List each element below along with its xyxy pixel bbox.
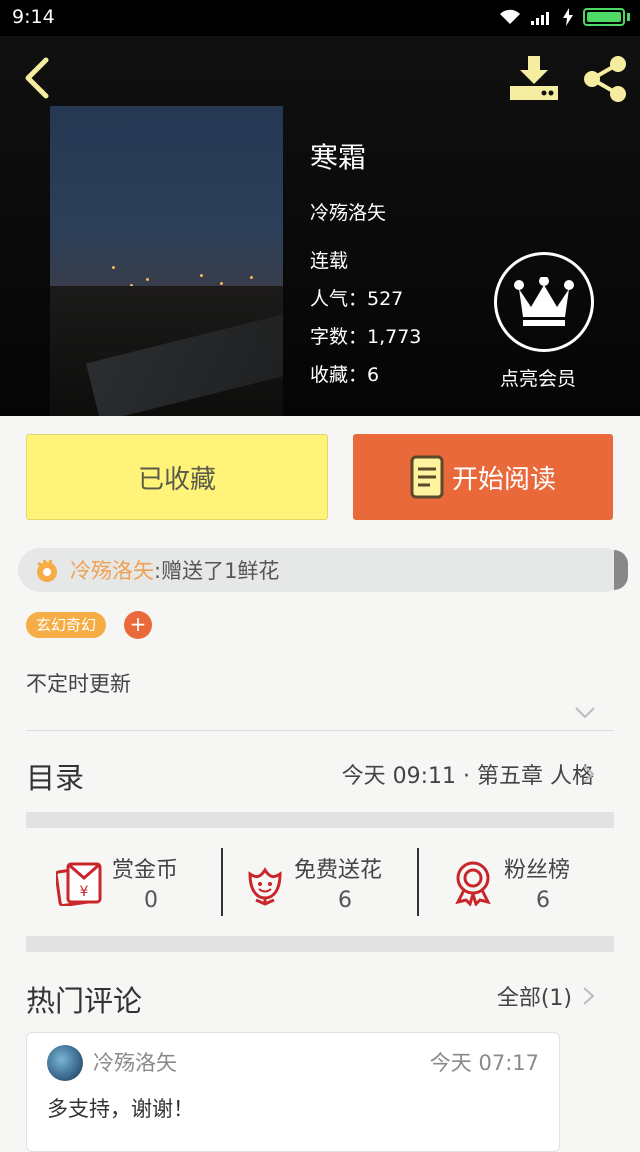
reward-coin-count: 0 [144,888,158,913]
share-icon[interactable] [580,54,630,104]
send-flower-action[interactable]: 免费送花 6 [222,836,418,926]
back-icon[interactable] [18,56,58,100]
comment-user[interactable]: 冷殇洛矢 [93,1047,177,1077]
section-divider [26,936,614,952]
download-icon[interactable] [508,54,560,102]
toc-label[interactable]: 目录 [26,755,84,797]
comment-text: 多支持，谢谢！ [47,1097,194,1121]
reward-coin-icon: ¥ [56,862,102,906]
fan-ranking-count: 6 [536,888,550,913]
gift-user[interactable]: 冷殇洛矢 [70,555,154,585]
flower-icon [248,867,282,906]
start-reading-label: 开始阅读 [451,464,556,495]
gift-notification[interactable]: 冷殇洛矢 :赠送了1鲜花 [18,548,628,592]
wifi-icon [500,9,520,24]
book-status: 连载 [310,250,349,272]
book-cover-image[interactable] [50,106,283,416]
reward-coin-label: 赏金币 [112,858,179,883]
hot-comments-title: 热门评论 [26,984,143,1018]
add-tag-button[interactable]: + [124,611,152,639]
book-icon [410,455,444,499]
chevron-right-icon[interactable] [582,764,596,784]
section-divider [26,812,614,828]
gift-bar-edge [614,550,628,590]
status-icons [499,8,630,26]
battery-tip [627,13,630,21]
status-bar: 9:14 [0,0,640,36]
chevron-right-icon[interactable] [582,986,596,1006]
all-comments-link[interactable]: 全部(1) [497,980,572,1012]
book-description: 不定时更新 [26,672,131,696]
send-flower-label: 免费送花 [294,858,383,883]
vip-button[interactable] [494,252,594,352]
book-word-count: 字数：1,773 [310,326,422,348]
vip-label[interactable]: 点亮会员 [500,364,576,391]
reward-coin-action[interactable]: ¥ 赏金币 0 [26,836,222,926]
charging-icon [563,8,573,26]
collected-label: 已收藏 [137,464,216,495]
svg-text:¥: ¥ [80,884,89,900]
crown-icon [514,277,574,326]
flower-gift-icon [37,559,57,582]
book-author[interactable]: 冷殇洛矢 [310,198,386,225]
comment-time: 今天 07:17 [429,1051,539,1075]
gift-message: :赠送了1鲜花 [154,559,280,583]
book-header: 寒霜 冷殇洛矢 连载 人气：527 字数：1,773 收藏：6 点亮会员 [0,36,640,416]
toc-latest-chapter[interactable]: 今天 09:11 · 第五章 人格 [342,758,594,790]
genre-tag[interactable]: 玄幻奇幻 [26,612,107,638]
start-reading-button[interactable]: 开始阅读 [353,434,613,520]
divider [26,730,614,731]
fan-ranking-action[interactable]: 粉丝榜 6 [418,836,614,926]
actions-row: ¥ 赏金币 0 免费送花 6 粉丝榜 6 [26,836,614,926]
collected-button[interactable]: 已收藏 [26,434,328,520]
comment-card[interactable]: 冷殇洛矢 今天 07:17 多支持，谢谢！ [26,1032,560,1152]
battery-icon [583,8,625,26]
book-title: 寒霜 [310,141,367,174]
send-flower-count: 6 [338,888,352,913]
fan-ranking-icon [455,861,491,906]
book-popularity: 人气：527 [310,288,404,310]
avatar[interactable] [47,1045,83,1081]
signal-icon [531,12,549,25]
fan-ranking-label: 粉丝榜 [504,858,571,883]
chevron-down-icon[interactable] [574,706,596,720]
book-favorites: 收藏：6 [310,364,380,386]
status-time: 9:14 [12,6,55,28]
